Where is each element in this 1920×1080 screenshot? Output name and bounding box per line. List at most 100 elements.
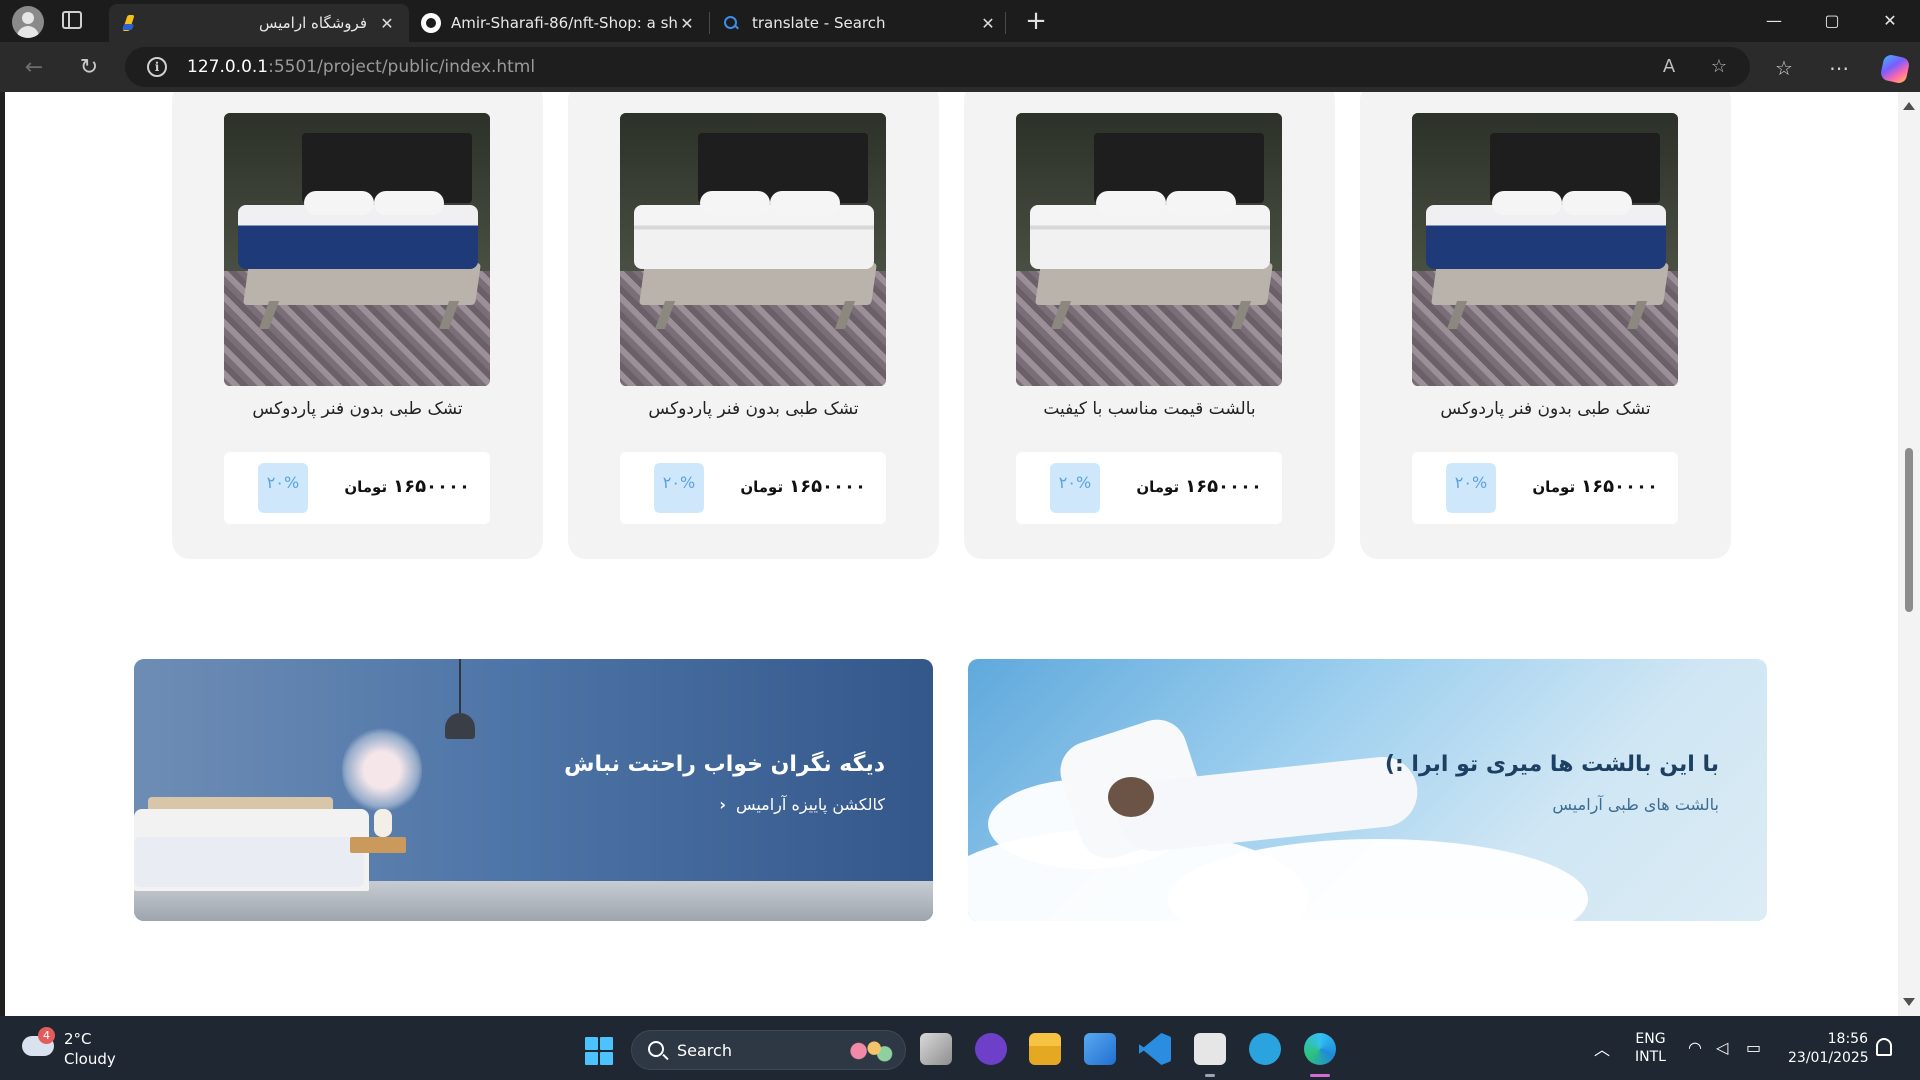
product-image[interactable] xyxy=(224,113,490,386)
banner-title: دیگه نگران خواب راحتت نباش xyxy=(564,752,885,777)
product-image[interactable] xyxy=(1412,113,1678,386)
url-text[interactable]: 127.0.0.1:5501/project/public/index.html xyxy=(187,57,535,77)
promo-banner-collection[interactable]: دیگه نگران خواب راحتت نباش کالکشن پاییزه… xyxy=(134,659,933,921)
tab-title: Amir-Sharafi-86/nft-Shop: a shop xyxy=(451,14,677,32)
banner-title: با این بالشت ها میری تو ابرا :) xyxy=(1384,752,1719,777)
volume-icon[interactable]: ◁ xyxy=(1716,1038,1728,1057)
product-price: ۱۶۵۰۰۰۰ تومان xyxy=(1136,476,1262,497)
battery-icon[interactable]: ▭ xyxy=(1746,1038,1761,1057)
show-hidden-icons-chevron-icon[interactable]: ︿ xyxy=(1594,1036,1610,1060)
windows-start-icon[interactable] xyxy=(585,1037,613,1065)
price-currency: تومان xyxy=(1136,478,1180,496)
product-image[interactable] xyxy=(620,113,886,386)
clock-time: 18:56 xyxy=(1827,1031,1868,1047)
minimize-button[interactable]: — xyxy=(1745,0,1803,42)
search-highlight-icon xyxy=(843,1037,895,1065)
favorites-list-icon[interactable]: ☆ xyxy=(1770,54,1798,82)
tab-aramis-store[interactable]: فروشگاه ارامیس ✕ xyxy=(109,4,409,42)
price-value: ۱۶۵۰۰۰۰ xyxy=(1581,476,1658,497)
close-tab-icon[interactable]: ✕ xyxy=(677,14,697,33)
favorite-star-icon[interactable]: ☆ xyxy=(1707,55,1731,79)
banner-subtitle: کالکشن پاییزه آرامیس xyxy=(735,795,885,814)
app-active-indicator xyxy=(1310,1074,1330,1077)
product-card[interactable]: بالشت قیمت مناسب با کیفیت ۲۰% ۱۶۵۰۰۰۰ توم… xyxy=(964,92,1335,559)
back-arrow-icon[interactable]: ← xyxy=(16,50,52,86)
scroll-up-arrow-icon[interactable] xyxy=(1903,102,1915,110)
price-box: ۲۰% ۱۶۵۰۰۰۰ تومان xyxy=(1412,452,1678,524)
price-currency: تومان xyxy=(740,478,784,496)
product-name[interactable]: بالشت قیمت مناسب با کیفیت xyxy=(964,399,1335,419)
github-desktop-icon[interactable] xyxy=(975,1033,1007,1065)
new-tab-plus-icon[interactable]: + xyxy=(1022,8,1050,36)
scroll-thumb[interactable] xyxy=(1905,448,1913,612)
discount-badge: ۲۰% xyxy=(258,463,308,513)
close-window-button[interactable]: ✕ xyxy=(1861,0,1919,42)
profile-avatar-icon[interactable] xyxy=(12,6,44,38)
page-viewport: تشک طبی بدون فنر پاردوکس ۲۰% ۱۶۵۰۰۰۰ توما… xyxy=(5,92,1898,1016)
price-box: ۲۰% ۱۶۵۰۰۰۰ تومان xyxy=(1016,452,1282,524)
chevron-left-icon: ‹ xyxy=(719,795,726,814)
copilot-icon[interactable] xyxy=(1879,53,1911,85)
address-bar[interactable]: i 127.0.0.1:5501/project/public/index.ht… xyxy=(125,47,1750,87)
close-tab-icon[interactable]: ✕ xyxy=(377,14,397,33)
maximize-button[interactable]: ▢ xyxy=(1803,0,1861,42)
price-value: ۱۶۵۰۰۰۰ xyxy=(393,476,470,497)
tab-translate-search[interactable]: translate - Search ✕ xyxy=(710,4,1010,42)
price-currency: تومان xyxy=(1532,478,1576,496)
system-clock[interactable]: 18:56 23/01/2025 xyxy=(1788,1030,1869,1068)
product-name[interactable]: تشک طبی بدون فنر پاردوکس xyxy=(172,399,543,419)
tab-title: فروشگاه ارامیس xyxy=(258,14,367,32)
control-panel-icon[interactable] xyxy=(1084,1033,1116,1065)
close-tab-icon[interactable]: ✕ xyxy=(978,14,998,33)
tab-separator xyxy=(1005,12,1006,34)
promo-banner-pillows[interactable]: با این بالشت ها میری تو ابرا :) بالشت ها… xyxy=(968,659,1767,921)
url-path: :5501/project/public/index.html xyxy=(268,57,536,77)
browser-toolbar: ← ↻ i 127.0.0.1:5501/project/public/inde… xyxy=(0,42,1920,92)
search-favicon-icon xyxy=(722,14,740,32)
vscode-icon[interactable] xyxy=(1139,1033,1171,1065)
banner-subtitle: بالشت های طبی آرامیس xyxy=(1552,795,1719,814)
product-card[interactable]: تشک طبی بدون فنر پاردوکس ۲۰% ۱۶۵۰۰۰۰ توما… xyxy=(172,92,543,559)
lang-top: ENG xyxy=(1635,1031,1666,1047)
taskbar-search[interactable]: Search xyxy=(631,1030,906,1070)
search-label: Search xyxy=(677,1041,732,1060)
price-value: ۱۶۵۰۰۰۰ xyxy=(789,476,866,497)
clock-date: 23/01/2025 xyxy=(1788,1050,1869,1066)
discount-badge: ۲۰% xyxy=(1446,463,1496,513)
task-view-icon[interactable] xyxy=(920,1033,952,1065)
reload-icon[interactable]: ↻ xyxy=(71,50,107,86)
tab-actions-icon[interactable] xyxy=(62,11,82,29)
page-scrollbar[interactable] xyxy=(1898,92,1920,1016)
tab-strip: فروشگاه ارامیس ✕ Amir-Sharafi-86/nft-Sho… xyxy=(0,0,1920,42)
product-card[interactable]: تشک طبی بدون فنر پاردوکس ۲۰% ۱۶۵۰۰۰۰ توما… xyxy=(568,92,939,559)
edge-browser-icon[interactable] xyxy=(1304,1033,1336,1065)
read-aloud-icon[interactable]: A xyxy=(1657,55,1681,79)
product-price: ۱۶۵۰۰۰۰ تومان xyxy=(740,476,866,497)
telegram-icon[interactable] xyxy=(1249,1033,1281,1065)
more-options-icon[interactable]: ⋯ xyxy=(1825,54,1853,82)
file-explorer-icon[interactable] xyxy=(1029,1033,1061,1065)
product-image[interactable] xyxy=(1016,113,1282,386)
search-icon xyxy=(648,1041,664,1057)
product-name[interactable]: تشک طبی بدون فنر پاردوکس xyxy=(1360,399,1731,419)
banner-link[interactable]: کالکشن پاییزه آرامیس ‹ xyxy=(719,795,885,814)
product-card[interactable]: تشک طبی بدون فنر پاردوکس ۲۰% ۱۶۵۰۰۰۰ توما… xyxy=(1360,92,1731,559)
url-host: 127.0.0.1 xyxy=(187,57,269,77)
site-info-icon[interactable]: i xyxy=(147,57,167,77)
price-box: ۲۰% ۱۶۵۰۰۰۰ تومان xyxy=(224,452,490,524)
input-language[interactable]: ENG INTL xyxy=(1635,1030,1666,1066)
pendant-lamp-icon xyxy=(445,713,475,739)
product-name[interactable]: تشک طبی بدون فنر پاردوکس xyxy=(568,399,939,419)
weather-condition[interactable]: Cloudy xyxy=(64,1050,116,1068)
wifi-icon[interactable]: ◠ xyxy=(1688,1038,1702,1057)
taskbar: 4 2°C Cloudy Search ︿ ENG INTL ◠ ◁ ▭ 18:5… xyxy=(0,1016,1920,1080)
scroll-down-arrow-icon[interactable] xyxy=(1903,998,1915,1006)
price-box: ۲۰% ۱۶۵۰۰۰۰ تومان xyxy=(620,452,886,524)
snipping-tool-icon[interactable] xyxy=(1194,1033,1226,1065)
tab-github[interactable]: Amir-Sharafi-86/nft-Shop: a shop ✕ xyxy=(409,4,709,42)
weather-temperature[interactable]: 2°C xyxy=(64,1030,92,1048)
github-favicon-icon xyxy=(421,13,441,33)
aramis-favicon-icon xyxy=(121,14,139,32)
notification-bell-icon[interactable] xyxy=(1876,1038,1892,1056)
tab-title: translate - Search xyxy=(752,14,886,32)
